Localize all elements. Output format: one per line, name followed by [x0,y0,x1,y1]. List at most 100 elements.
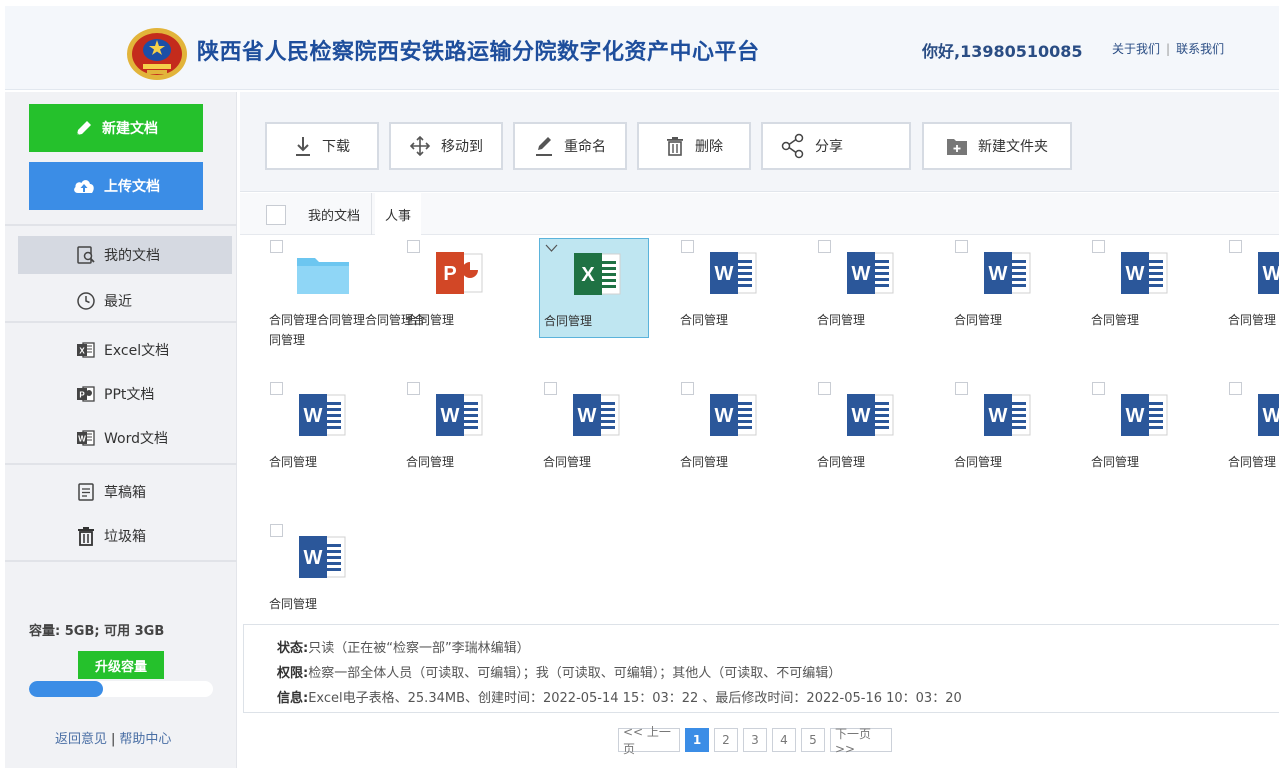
upload-document-label: 上传文档 [104,179,160,195]
upload-document-button[interactable]: 上传文档 [29,162,203,210]
word-file-icon: W [432,390,488,440]
svg-text:W: W [1263,263,1279,285]
sidebar-divider [5,560,237,562]
file-checkbox[interactable] [955,240,968,253]
page-4-button[interactable]: 4 [772,728,796,752]
about-us-link[interactable]: 关于我们 [1112,42,1160,56]
pencil-icon [77,121,91,135]
file-checkbox[interactable] [270,524,283,537]
breadcrumb: 我的文档 人事 [240,193,1279,235]
link-divider: | [111,732,116,747]
new-folder-button[interactable]: 新建文件夹 [922,122,1072,170]
file-item[interactable]: P 合同管理 [402,238,512,338]
file-checkbox[interactable] [1092,382,1105,395]
word-file-icon: W [706,390,762,440]
move-to-button[interactable]: 移动到 [389,122,503,170]
storage-capacity: 容量: 5GB; 可用 3GB [29,624,165,639]
status-label: 状态: [277,641,309,656]
rename-button[interactable]: 重命名 [513,122,627,170]
file-checkbox[interactable] [1092,240,1105,253]
file-checkbox[interactable] [1229,382,1242,395]
move-to-label: 移动到 [441,139,483,155]
sidebar-item-trash[interactable]: 垃圾箱 [18,517,232,555]
next-page-button[interactable]: 下一页 >> [830,727,892,756]
word-file-icon: W [843,390,899,440]
svg-text:P: P [79,391,85,400]
file-checkbox[interactable] [681,382,694,395]
sidebar-item-label: Excel文档 [104,343,170,359]
page-1-button[interactable]: 1 [685,728,709,752]
main-panel: 下载 移动到 重命名 删除 分享 新建文件夹 我的文档 人事 合同管理合同管理合… [240,92,1279,768]
header-links: 关于我们 | 联系我们 [1112,40,1224,57]
upgrade-capacity-button[interactable]: 升级容量 [78,651,164,679]
svg-text:W: W [78,435,86,444]
svg-text:W: W [1263,405,1279,427]
file-item[interactable]: W 合同管理 [1224,238,1279,338]
file-checkbox[interactable] [681,240,694,253]
sidebar-item-recent[interactable]: 最近 [18,282,232,320]
file-item[interactable]: W 合同管理 [265,522,375,622]
info-value: Excel电子表格、25.34MB、创建时间：2022-05-14 15：03：… [308,691,962,706]
page-3-button[interactable]: 3 [743,728,767,752]
feedback-link[interactable]: 返回意见 [55,732,107,747]
share-label: 分享 [815,139,843,155]
new-document-button[interactable]: 新建文档 [29,104,203,152]
file-item[interactable]: W 合同管理 [1224,380,1279,480]
breadcrumb-my-docs[interactable]: 我的文档 [297,193,373,235]
file-checkbox[interactable] [407,240,420,253]
file-item[interactable]: W 合同管理 [265,380,375,480]
file-checkbox[interactable] [270,382,283,395]
file-checkbox[interactable] [545,241,558,254]
contact-us-link[interactable]: 联系我们 [1176,42,1224,56]
word-file-icon: W [295,532,351,582]
share-button[interactable]: 分享 [761,122,911,170]
app-root: 陕西省人民检察院西安铁路运输分院数字化资产中心平台 你好,13980510085… [0,0,1279,768]
file-item[interactable]: W 合同管理 [813,238,923,338]
help-center-link[interactable]: 帮助中心 [119,732,171,747]
delete-button[interactable]: 删除 [637,122,751,170]
sidebar-item-excel[interactable]: X Excel文档 [18,331,232,369]
svg-text:W: W [1126,405,1145,427]
page-2-button[interactable]: 2 [714,728,738,752]
my-docs-icon [76,245,96,265]
file-checkbox[interactable] [270,240,283,253]
sidebar-item-drafts[interactable]: 草稿箱 [18,473,232,511]
file-checkbox[interactable] [1229,240,1242,253]
file-checkbox[interactable] [544,382,557,395]
svg-text:W: W [304,547,323,569]
sidebar-item-word[interactable]: W Word文档 [18,419,232,457]
file-name: 合同管理 [1228,313,1277,327]
breadcrumb-current[interactable]: 人事 [375,193,422,235]
sidebar-item-my-docs[interactable]: 我的文档 [18,236,232,274]
permission-label: 权限: [277,666,309,681]
svg-text:W: W [304,405,323,427]
file-checkbox[interactable] [955,382,968,395]
file-item[interactable]: W 合同管理 [950,380,1060,480]
svg-text:W: W [578,405,597,427]
file-item[interactable]: W 合同管理 [1087,238,1197,338]
file-item[interactable]: W 合同管理 [676,238,786,338]
file-item[interactable]: W 合同管理 [402,380,512,480]
file-checkbox[interactable] [818,382,831,395]
sidebar: 新建文档 上传文档 我的文档 最近 X Excel文档 P PPt文档 W Wo… [5,92,237,768]
sidebar-divider [5,224,237,226]
page-5-button[interactable]: 5 [801,728,825,752]
svg-text:X: X [581,264,595,286]
rename-label: 重命名 [564,139,606,155]
file-item[interactable]: W 合同管理 [1087,380,1197,480]
download-button[interactable]: 下载 [265,122,379,170]
prev-page-button[interactable]: << 上一页 [618,725,680,756]
file-checkbox[interactable] [407,382,420,395]
sidebar-divider [5,463,237,465]
file-checkbox[interactable] [818,240,831,253]
sidebar-item-ppt[interactable]: P PPt文档 [18,375,232,413]
file-item[interactable]: X 合同管理 [539,238,649,338]
file-status: 状态:只读（正在被“检察一部”李瑞林编辑） [277,637,530,656]
file-item[interactable]: 合同管理合同管理合同管理合同管理 [265,238,425,347]
select-all-checkbox[interactable] [266,205,286,225]
file-item[interactable]: W 合同管理 [813,380,923,480]
file-item[interactable]: W 合同管理 [676,380,786,480]
trash-icon [76,526,96,546]
file-item[interactable]: W 合同管理 [950,238,1060,338]
file-item[interactable]: W 合同管理 [539,380,649,480]
